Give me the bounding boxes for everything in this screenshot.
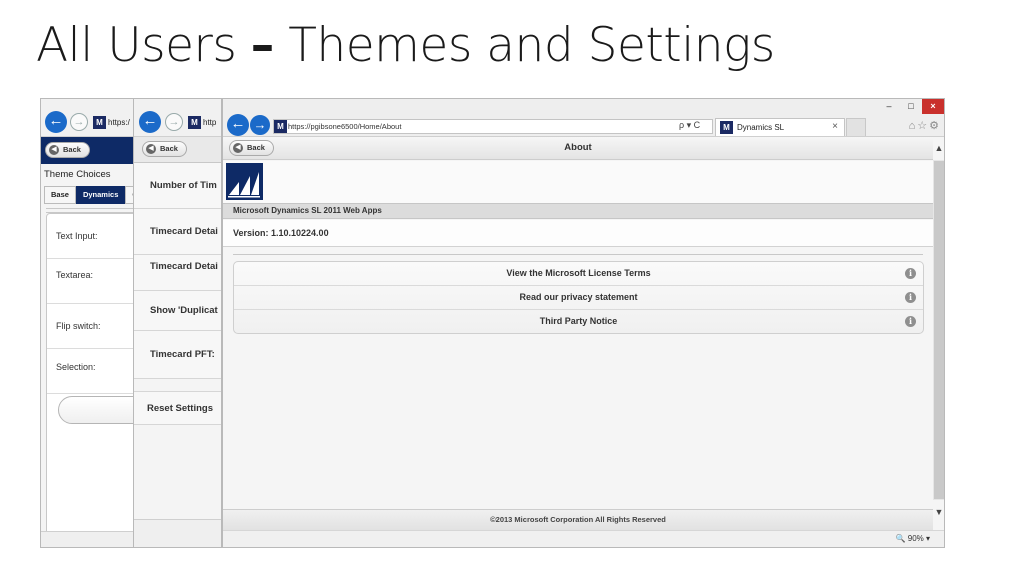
favicon-sails-icon: M [93, 116, 106, 129]
sails-logo-icon [228, 172, 260, 198]
title-part-2: Themes and Settings [273, 18, 775, 73]
address-bar-url[interactable]: https://pgibsone6500/Home/About [288, 122, 401, 131]
maximize-button[interactable]: □ [900, 99, 922, 114]
scrollbar-thumb[interactable] [934, 161, 944, 499]
back-arrow-icon[interactable]: ← [45, 111, 67, 133]
tab-label: Dynamics SL [737, 123, 785, 132]
form-fields: Text Input: Textarea: Flip switch: Selec… [46, 213, 135, 535]
page-header: ◀ Back About [223, 137, 933, 160]
favicon-sails-icon: M [188, 116, 201, 129]
search-refresh-icon[interactable]: ρ ▾ C [679, 120, 700, 131]
about-links: View the Microsoft License Terms i Read … [233, 261, 924, 334]
close-window-button[interactable]: × [922, 99, 944, 114]
action-button[interactable] [58, 396, 135, 424]
privacy-statement-label: Read our privacy statement [519, 292, 638, 302]
home-star-gear-icon[interactable]: ⌂☆⚙ [909, 119, 941, 132]
about-window: ← → M https://pgibsone6500/Home/About ρ … [222, 98, 945, 548]
back-button[interactable]: ◀ Back [45, 142, 90, 158]
settings-window: ← → M http ◀ Back Number of Tim Timecard… [133, 98, 222, 548]
selection-label: Selection: [56, 362, 96, 372]
settings-item[interactable]: Timecard Detai [134, 255, 221, 291]
back-arrow-icon[interactable]: ← [227, 114, 249, 136]
divider [233, 254, 923, 255]
title-dash: – [250, 18, 275, 73]
third-party-notice-label: Third Party Notice [539, 316, 618, 326]
logo-area [223, 161, 933, 203]
browser-chrome: ← → M http [134, 99, 221, 137]
minimize-button[interactable]: – [878, 99, 900, 114]
address-bar-url[interactable]: http [203, 118, 216, 127]
forward-arrow-icon[interactable]: → [250, 115, 270, 135]
theme-choices-heading: Theme Choices [44, 169, 111, 180]
info-icon: i [905, 292, 916, 303]
tab-dynamics[interactable]: Dynamics [75, 186, 126, 204]
version-text: Version: 1.10.10224.00 [223, 220, 933, 247]
settings-item[interactable]: Timecard Detai [134, 209, 221, 255]
favicon-sails-icon: M [274, 120, 287, 133]
address-bar[interactable]: M https://pgibsone6500/Home/About [273, 119, 713, 134]
back-arrow-icon[interactable]: ← [139, 111, 161, 133]
reset-settings-item[interactable]: Reset Settings [134, 391, 221, 425]
text-input-row[interactable]: Text Input: [47, 214, 135, 259]
info-icon: i [905, 316, 916, 327]
back-circle-icon: ◀ [146, 144, 156, 154]
status-bar: 🔍 90% ▾ [223, 530, 944, 547]
back-button-label: Back [160, 144, 178, 153]
license-terms-label: View the Microsoft License Terms [506, 268, 651, 278]
scroll-up-icon[interactable]: ▲ [933, 137, 944, 159]
forward-arrow-icon[interactable]: → [70, 113, 88, 131]
address-bar-url[interactable]: https:/ [108, 118, 130, 127]
back-circle-icon: ◀ [49, 145, 59, 155]
textarea-label: Textarea: [56, 270, 94, 280]
browser-tab[interactable]: M Dynamics SL × [715, 118, 845, 136]
divider [46, 208, 135, 209]
settings-item[interactable]: Show 'Duplicat [134, 291, 221, 331]
page-header: ◀ Back [41, 137, 135, 164]
back-button[interactable]: ◀ Back [142, 141, 187, 157]
status-bar [41, 531, 135, 547]
scroll-down-icon[interactable]: ▼ [933, 507, 944, 523]
browser-chrome: ← → M https://pgibsone6500/Home/About ρ … [223, 99, 944, 137]
license-terms-link[interactable]: View the Microsoft License Terms i [234, 262, 923, 286]
copyright-footer: ©2013 Microsoft Corporation All Rights R… [223, 509, 933, 530]
theme-settings-window: ← → M https:/ ◀ Back Theme Choices Base … [40, 98, 136, 548]
textarea-row[interactable]: Textarea: [47, 259, 135, 304]
tab-base[interactable]: Base [44, 186, 76, 204]
info-icon: i [905, 268, 916, 279]
flip-switch-row[interactable]: Flip switch: [47, 304, 135, 349]
settings-item[interactable]: Timecard PFT: [134, 331, 221, 379]
new-tab-button[interactable] [846, 118, 866, 136]
dynamics-logo [226, 163, 263, 200]
favicon-sails-icon: M [720, 121, 733, 134]
slide-title: All Users – Themes and Settings [36, 18, 775, 73]
settings-item[interactable]: Number of Tim [134, 163, 221, 209]
selection-row[interactable]: Selection: [47, 349, 135, 394]
window-controls: – □ × [878, 99, 944, 114]
forward-arrow-icon[interactable]: → [165, 113, 183, 131]
back-button-label: Back [63, 145, 81, 154]
page-header: ◀ Back [134, 137, 221, 163]
flip-switch-label: Flip switch: [56, 321, 101, 331]
privacy-statement-link[interactable]: Read our privacy statement i [234, 286, 923, 310]
product-name: Microsoft Dynamics SL 2011 Web Apps [223, 203, 933, 219]
page-title: About [564, 142, 592, 153]
theme-tabs: Base Dynamics G [44, 186, 135, 204]
status-bar [134, 519, 221, 547]
tab-close-icon[interactable]: × [832, 121, 838, 132]
third-party-notice-link[interactable]: Third Party Notice i [234, 310, 923, 333]
browser-chrome: ← → M https:/ [41, 99, 135, 137]
text-input-label: Text Input: [56, 231, 98, 241]
zoom-control[interactable]: 🔍 90% ▾ [896, 534, 930, 543]
title-part-1: All Users [36, 18, 251, 73]
